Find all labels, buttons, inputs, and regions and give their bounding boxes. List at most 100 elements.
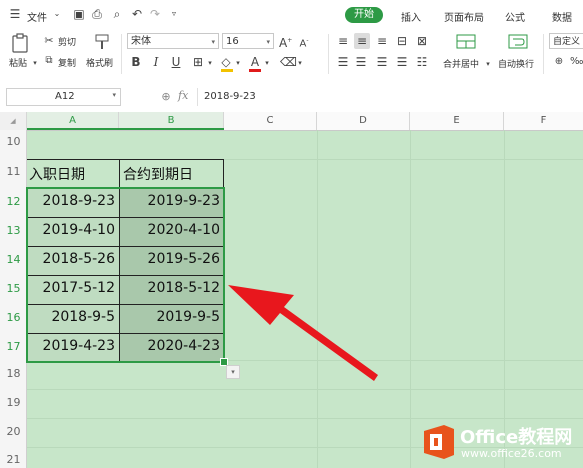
- row-header-11[interactable]: 11: [0, 165, 27, 178]
- italic-icon[interactable]: I: [150, 54, 162, 70]
- undo-icon[interactable]: ↶: [130, 6, 144, 22]
- align-top-icon[interactable]: ≡: [336, 33, 350, 49]
- grid-line: [27, 418, 583, 419]
- red-arrow-annotation: [228, 285, 378, 381]
- row-header-13[interactable]: 13: [0, 224, 27, 237]
- wrap-text-button[interactable]: 自动换行: [498, 57, 534, 70]
- grid-line: [504, 130, 505, 468]
- clear-dropdown-icon[interactable]: ▾: [296, 55, 304, 71]
- name-box[interactable]: A12 ▾: [6, 88, 121, 106]
- fill-color-swatch: [221, 69, 233, 72]
- clipboard-icon: [12, 33, 28, 53]
- cut-button[interactable]: 剪切: [58, 35, 76, 48]
- save-icon[interactable]: ▣: [72, 6, 86, 22]
- zoom-icon[interactable]: ⊕: [159, 89, 173, 105]
- row-header-17[interactable]: 17: [0, 340, 27, 353]
- formula-value: 2018-9-23: [204, 91, 256, 102]
- font-size-select[interactable]: 16 ▾: [222, 33, 274, 49]
- customize-icon[interactable]: ▿: [168, 6, 180, 22]
- merge-center-icon[interactable]: [456, 33, 476, 51]
- tab-home[interactable]: 开始: [345, 7, 383, 23]
- row-header-15[interactable]: 15: [0, 282, 27, 295]
- hamburger-menu-icon[interactable]: ☰: [8, 6, 22, 22]
- row-header-18[interactable]: 18: [0, 367, 27, 380]
- merge-center-button[interactable]: 合并居中: [443, 57, 479, 70]
- align-left-icon[interactable]: ☰: [336, 54, 350, 70]
- ribbon-divider: [121, 34, 122, 74]
- select-all-corner[interactable]: ◢: [0, 112, 27, 130]
- copy-icon[interactable]: ⧉: [43, 53, 55, 69]
- row-header-21[interactable]: 21: [0, 453, 27, 466]
- decrease-font-icon[interactable]: A-: [298, 33, 310, 52]
- column-header-f[interactable]: F: [504, 112, 583, 130]
- row-header-14[interactable]: 14: [0, 253, 27, 266]
- tab-data[interactable]: 数据: [552, 9, 572, 24]
- column-header-c[interactable]: C: [224, 112, 317, 130]
- fx-icon[interactable]: fx: [178, 89, 188, 102]
- fill-dropdown-icon[interactable]: ▾: [234, 55, 242, 71]
- row-header-20[interactable]: 20: [0, 425, 27, 438]
- distributed-icon[interactable]: ☷: [415, 54, 429, 70]
- tab-insert[interactable]: 插入: [401, 9, 421, 24]
- chevron-down-icon[interactable]: ⌄: [52, 6, 62, 22]
- number-format-select[interactable]: 自定义: [549, 33, 583, 49]
- watermark-url: www.office26.com: [461, 447, 562, 460]
- paste-button[interactable]: [9, 32, 31, 54]
- merge-dropdown-icon[interactable]: ▾: [484, 56, 492, 72]
- align-right-icon[interactable]: ☰: [375, 54, 389, 70]
- scissors-icon[interactable]: ✂: [43, 33, 55, 49]
- font-color-icon[interactable]: A: [248, 54, 262, 70]
- thousands-icon[interactable]: ‰: [570, 54, 583, 70]
- chevron-down-icon: ▾: [266, 38, 270, 46]
- underline-icon[interactable]: U: [170, 54, 182, 70]
- file-menu[interactable]: 文件: [27, 9, 47, 24]
- chevron-down-icon: ▾: [211, 38, 215, 46]
- eraser-icon[interactable]: ⌫: [280, 54, 297, 70]
- tab-formulas[interactable]: 公式: [505, 9, 525, 24]
- header-cell-contract-end[interactable]: 合约到期日: [123, 164, 193, 184]
- row-header-12[interactable]: 12: [0, 195, 27, 208]
- watermark: Office教程网 www.office26.com: [414, 420, 583, 468]
- tab-page-layout[interactable]: 页面布局: [444, 9, 484, 24]
- font-size-value: 16: [226, 36, 239, 47]
- align-middle-icon[interactable]: ≡: [354, 33, 370, 49]
- copy-button[interactable]: 复制: [58, 56, 76, 69]
- menu-bar: ☰ 文件 ⌄ ▣ ⎙ ⌕ ↶ ↷ ▿ 开始 插入 页面布局 公式 数据: [0, 0, 583, 30]
- wrap-text-icon[interactable]: [508, 33, 528, 51]
- row-header-10[interactable]: 10: [0, 135, 27, 148]
- borders-dropdown-icon[interactable]: ▾: [206, 55, 214, 71]
- borders-icon[interactable]: ⊞: [191, 54, 205, 70]
- bold-icon[interactable]: B: [130, 54, 142, 70]
- fill-color-icon[interactable]: ◇: [219, 54, 233, 70]
- formula-input[interactable]: 2018-9-23: [197, 88, 583, 106]
- selected-columns-indicator: [27, 128, 224, 130]
- font-name-select[interactable]: 宋体 ▾: [127, 33, 219, 49]
- font-color-dropdown-icon[interactable]: ▾: [263, 55, 271, 71]
- paste-label[interactable]: 粘贴: [9, 56, 27, 69]
- watermark-brand: Office教程网: [460, 427, 573, 448]
- print-preview-icon[interactable]: ⌕: [110, 6, 124, 22]
- format-painter-icon[interactable]: [92, 32, 112, 52]
- increase-font-icon[interactable]: A+: [279, 33, 292, 51]
- row-header-bar: [0, 130, 27, 468]
- format-painter-button[interactable]: 格式刷: [86, 56, 113, 69]
- row-header-16[interactable]: 16: [0, 311, 27, 324]
- justify-icon[interactable]: ☰: [395, 54, 409, 70]
- orientation-icon[interactable]: ⊟: [395, 33, 409, 49]
- align-bottom-icon[interactable]: ≡: [375, 33, 389, 49]
- print-icon[interactable]: ⎙: [90, 6, 104, 22]
- column-header-d[interactable]: D: [317, 112, 410, 130]
- column-header-e[interactable]: E: [410, 112, 504, 130]
- selection-outline: [26, 187, 225, 363]
- redo-icon[interactable]: ↷: [148, 6, 162, 22]
- grid-line: [27, 389, 583, 390]
- header-cell-hire-date[interactable]: 入职日期: [29, 164, 85, 184]
- paste-dropdown-icon[interactable]: ▾: [31, 55, 39, 71]
- name-box-value: A12: [55, 91, 75, 102]
- wrap-icon[interactable]: ⊠: [415, 33, 429, 49]
- percent-icon[interactable]: ⊕: [552, 54, 566, 70]
- row-header-19[interactable]: 19: [0, 396, 27, 409]
- align-center-icon[interactable]: ☰: [354, 54, 368, 70]
- chevron-down-icon: ▾: [112, 91, 116, 99]
- ribbon-divider: [543, 34, 544, 74]
